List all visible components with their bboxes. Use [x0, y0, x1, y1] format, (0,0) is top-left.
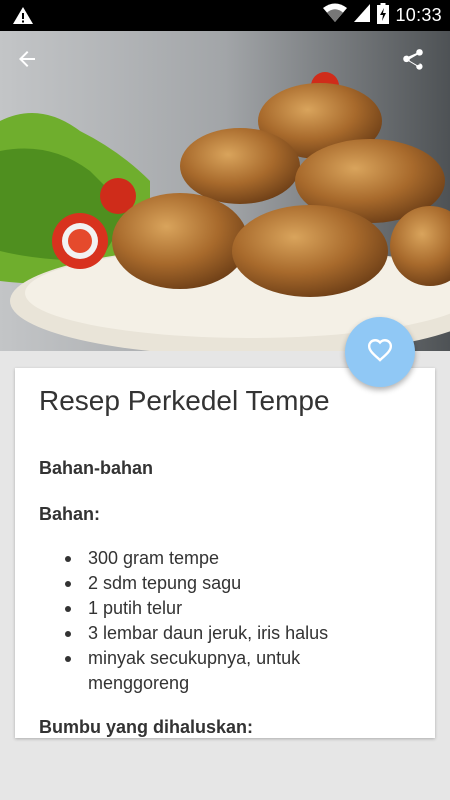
- food-photo: [0, 31, 450, 351]
- recipe-title: Resep Perkedel Tempe: [39, 385, 330, 416]
- list-item: 1 putih telur: [65, 596, 388, 621]
- favorite-button[interactable]: [345, 317, 415, 387]
- ingredients-section-heading: Bahan-bahan: [39, 458, 154, 478]
- list-item: minyak secukupnya, untuk menggoreng: [65, 646, 388, 696]
- wifi-icon: [323, 3, 348, 28]
- back-button[interactable]: [15, 47, 55, 87]
- heart-outline-icon: [367, 338, 393, 367]
- list-item: 3 lembar daun jeruk, iris halus: [65, 621, 388, 646]
- list-item: 300 gram tempe: [65, 546, 388, 571]
- ingredients-subheading: Bahan:: [39, 504, 101, 524]
- status-bar: 10:33: [0, 0, 450, 31]
- recipe-hero-image: [0, 31, 450, 351]
- list-item: 2 sdm tepung sagu: [65, 571, 388, 596]
- warning-icon: [12, 6, 34, 30]
- share-button[interactable]: [400, 47, 440, 87]
- cell-signal-icon: [353, 3, 371, 28]
- ingredients-list: 300 gram tempe 2 sdm tepung sagu 1 putih…: [39, 546, 388, 696]
- battery-icon: [377, 2, 390, 29]
- spices-subheading: Bumbu yang dihaluskan:: [39, 717, 254, 737]
- status-time: 10:33: [395, 5, 442, 25]
- recipe-card: Resep Perkedel Tempe Bahan-bahan Bahan: …: [15, 368, 435, 738]
